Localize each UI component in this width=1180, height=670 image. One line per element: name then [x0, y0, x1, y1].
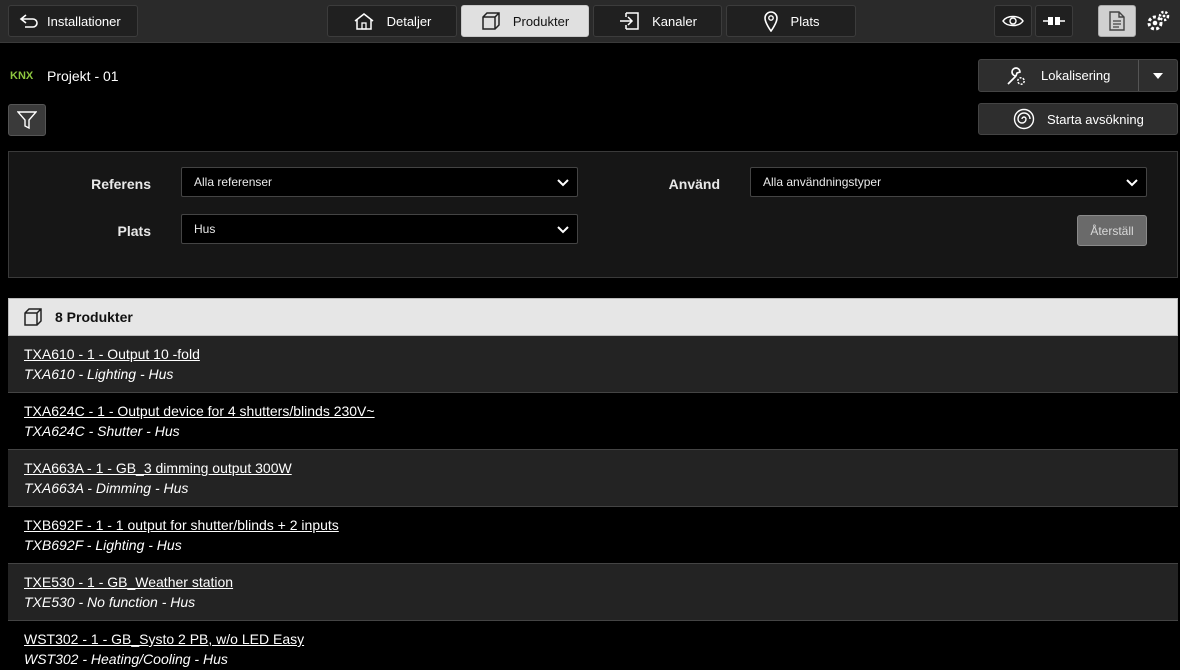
- product-subtitle: WST302 - Heating/Cooling - Hus: [24, 651, 228, 667]
- tab-channels[interactable]: Kanaler: [593, 5, 722, 37]
- product-title-link[interactable]: WST302 - 1 - GB_Systo 2 PB, w/o LED Easy: [24, 631, 1178, 648]
- product-title-link[interactable]: TXA610 - 1 - Output 10 -fold: [24, 346, 1178, 363]
- settings-button[interactable]: [1140, 5, 1176, 37]
- location-select-value: Hus: [194, 222, 216, 236]
- product-subtitle: TXA610 - Lighting - Hus: [24, 366, 174, 382]
- back-button-label: Installationer: [47, 13, 121, 29]
- tab-details[interactable]: Detaljer: [327, 5, 457, 37]
- top-toolbar: Installationer Detaljer Produkter Kanale…: [0, 0, 1180, 43]
- location-pin-icon: [763, 11, 778, 32]
- product-subtitle: TXE530 - No function - Hus: [24, 594, 196, 610]
- product-subtitle: TXA663A - Dimming - Hus: [24, 480, 189, 496]
- reference-label: Referens: [91, 176, 151, 192]
- view-button[interactable]: [994, 5, 1032, 37]
- cube-icon: [482, 12, 500, 30]
- project-title: Projekt - 01: [47, 68, 119, 84]
- wrench-gear-icon: [1007, 66, 1025, 85]
- location-select[interactable]: Hus: [181, 214, 578, 244]
- localization-split-button: Lokalisering: [978, 59, 1178, 92]
- tab-products-label: Produkter: [512, 13, 570, 29]
- tab-details-label: Detaljer: [386, 13, 432, 29]
- reference-select-value: Alla referenser: [194, 175, 273, 189]
- funnel-icon: [17, 111, 37, 130]
- knx-logo: KNX: [10, 70, 34, 82]
- localization-label: Lokalisering: [1041, 68, 1111, 83]
- products-list: TXA610 - 1 - Output 10 -fold TXA610 - Li…: [8, 336, 1178, 670]
- reset-filters-button[interactable]: Återställ: [1077, 215, 1147, 246]
- svg-text:KNX: KNX: [10, 70, 34, 82]
- eye-icon: [1002, 15, 1024, 27]
- tab-products[interactable]: Produkter: [461, 5, 589, 37]
- list-item[interactable]: TXA610 - 1 - Output 10 -fold TXA610 - Li…: [8, 336, 1178, 393]
- tab-location[interactable]: Plats: [726, 5, 856, 37]
- use-label: Använd: [668, 176, 720, 192]
- connection-button[interactable]: [1035, 5, 1073, 37]
- product-title-link[interactable]: TXE530 - 1 - GB_Weather station: [24, 574, 1178, 591]
- use-type-select-value: Alla användningstyper: [763, 175, 882, 189]
- list-item[interactable]: TXA663A - 1 - GB_3 dimming output 300W T…: [8, 450, 1178, 507]
- connector-icon: [1043, 17, 1065, 25]
- list-item[interactable]: TXB692F - 1 - 1 output for shutter/blind…: [8, 507, 1178, 564]
- localization-button[interactable]: Lokalisering: [979, 60, 1139, 91]
- back-to-installations-button[interactable]: Installationer: [8, 5, 138, 37]
- localization-dropdown-toggle[interactable]: [1139, 60, 1177, 91]
- start-scan-label: Starta avsökning: [1047, 111, 1144, 127]
- chevron-down-icon: [557, 179, 569, 187]
- tab-location-label: Plats: [790, 13, 820, 29]
- channel-icon: [620, 12, 639, 30]
- back-arrow-icon: [19, 14, 38, 28]
- location-label: Plats: [117, 223, 151, 239]
- gears-icon: [1147, 10, 1170, 31]
- product-title-link[interactable]: TXA624C - 1 - Output device for 4 shutte…: [24, 403, 1178, 420]
- products-list-header: 8 Produkter: [8, 298, 1178, 336]
- list-item[interactable]: TXE530 - 1 - GB_Weather station TXE530 -…: [8, 564, 1178, 621]
- product-title-link[interactable]: TXB692F - 1 - 1 output for shutter/blind…: [24, 517, 1178, 534]
- home-icon: [354, 13, 374, 30]
- document-icon: [1109, 11, 1125, 31]
- list-item[interactable]: WST302 - 1 - GB_Systo 2 PB, w/o LED Easy…: [8, 621, 1178, 670]
- reference-select[interactable]: Alla referenser: [181, 167, 578, 197]
- product-title-link[interactable]: TXA663A - 1 - GB_3 dimming output 300W: [24, 460, 1178, 477]
- chevron-down-icon: [1126, 179, 1138, 187]
- use-type-select[interactable]: Alla användningstyper: [750, 167, 1147, 197]
- scan-spiral-icon: [1013, 108, 1035, 130]
- products-count: 8 Produkter: [55, 309, 133, 325]
- report-button[interactable]: [1098, 5, 1136, 37]
- chevron-down-icon: [557, 226, 569, 234]
- caret-down-icon: [1153, 72, 1163, 79]
- filter-toggle-button[interactable]: [8, 104, 46, 136]
- cube-icon: [24, 308, 42, 326]
- tab-channels-label: Kanaler: [652, 13, 697, 29]
- list-item[interactable]: TXA624C - 1 - Output device for 4 shutte…: [8, 393, 1178, 450]
- start-scan-button[interactable]: Starta avsökning: [978, 103, 1178, 135]
- product-subtitle: TXB692F - Lighting - Hus: [24, 537, 182, 553]
- product-subtitle: TXA624C - Shutter - Hus: [24, 423, 180, 439]
